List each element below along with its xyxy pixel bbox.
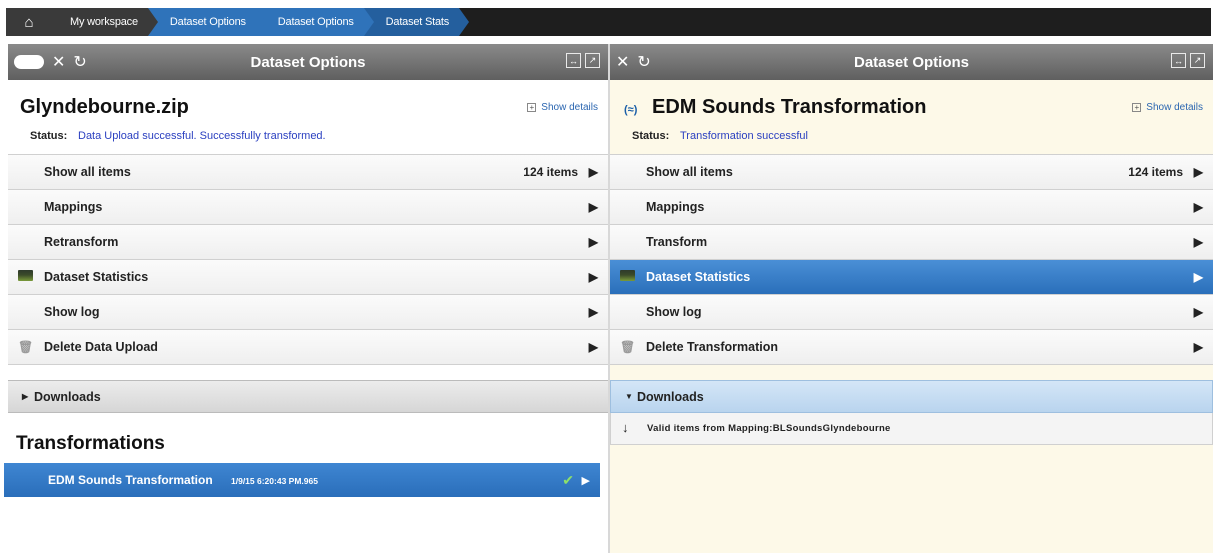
transformation-name: EDM Sounds Transformation — [48, 473, 213, 487]
transformation-icon: (≈) — [624, 104, 638, 116]
chevron-right-icon: ▶ — [588, 305, 598, 319]
status-row: Status: Transformation successful — [610, 122, 1213, 154]
menu-item-label: Show all items — [646, 165, 733, 179]
chevron-right-icon: ▶ — [1193, 165, 1203, 179]
left-options-menu: Show all items 124 items ▶ Mappings ▶ Re… — [8, 154, 608, 365]
downloads-toggle[interactable]: ▼ Downloads — [610, 380, 1213, 413]
status-label: Status: — [632, 130, 670, 142]
close-icon[interactable]: ✕ — [616, 52, 629, 72]
menu-item-label: Show all items — [44, 165, 131, 179]
right-panel-header: ✕ ↻ Dataset Options ↔ ↗ — [610, 44, 1213, 80]
status-label: Status: — [30, 130, 68, 142]
menu-item-label: Dataset Statistics — [646, 270, 751, 284]
menu-item-delete-data-upload[interactable]: 🗑 Delete Data Upload ▶ — [8, 330, 608, 365]
transformation-date: 1/9/15 6:20:43 PM.965 — [231, 476, 318, 486]
show-details-link[interactable]: + Show details — [1132, 102, 1203, 113]
menu-item-show-all-items[interactable]: Show all items 124 items ▶ — [8, 155, 608, 190]
home-icon: ⌂ — [24, 13, 34, 31]
chevron-right-icon: ▶ — [588, 165, 598, 179]
back-button[interactable] — [14, 55, 44, 69]
transformations-heading: Transformations — [16, 433, 165, 454]
menu-item-label: Mappings — [646, 200, 705, 214]
popout-icon[interactable]: ↗ — [1190, 53, 1205, 68]
breadcrumb: ⌂ My workspace Dataset Options Dataset O… — [6, 8, 1211, 36]
menu-item-show-all-items[interactable]: Show all items 124 items ▶ — [610, 155, 1213, 190]
menu-item-label: Retransform — [44, 235, 119, 249]
dataset-title: Glyndebourne.zip — [20, 96, 189, 118]
menu-item-transform[interactable]: Transform ▶ — [610, 225, 1213, 260]
breadcrumb-item-dataset-options-1[interactable]: Dataset Options — [147, 8, 266, 36]
close-icon[interactable]: ✕ — [52, 52, 65, 72]
chevron-right-icon: ▶ — [1193, 340, 1203, 354]
menu-item-mappings[interactable]: Mappings ▶ — [8, 190, 608, 225]
menu-item-label: Dataset Statistics — [44, 270, 149, 284]
item-count: 124 items — [1128, 165, 1183, 179]
status-value: Data Upload successful. Successfully tra… — [78, 130, 326, 142]
plus-icon: + — [527, 103, 537, 112]
chevron-right-icon: ▶ — [1193, 235, 1203, 249]
show-details-label: Show details — [541, 102, 598, 113]
menu-item-label: Show log — [44, 305, 100, 319]
status-row: Status: Data Upload successful. Successf… — [8, 122, 608, 154]
trash-icon: 🗑 — [18, 340, 34, 354]
caret-right-icon: ▶ — [22, 392, 29, 401]
refresh-icon[interactable]: ↻ — [73, 52, 86, 72]
download-item-label: Valid items from Mapping:BLSoundsGlyndeb… — [647, 423, 891, 434]
menu-item-label: Transform — [646, 235, 708, 249]
dataset-statistics-icon — [620, 270, 635, 284]
menu-item-dataset-statistics[interactable]: Dataset Statistics ▶ — [610, 260, 1213, 295]
downloads-label: Downloads — [637, 389, 704, 404]
breadcrumb-item-my-workspace[interactable]: My workspace — [52, 8, 158, 36]
chevron-right-icon: ▶ — [588, 270, 598, 284]
breadcrumb-item-dataset-options-2[interactable]: Dataset Options — [255, 8, 374, 36]
menu-item-label: Mappings — [44, 200, 103, 214]
chevron-right-icon: ▶ — [588, 200, 598, 214]
chevron-right-icon: ▶ — [588, 340, 598, 354]
expand-icon[interactable]: ↔ — [566, 53, 581, 68]
chevron-right-icon: ▶ — [1193, 305, 1203, 319]
breadcrumb-item-dataset-stats[interactable]: Dataset Stats — [363, 8, 470, 36]
dataset-title: EDM Sounds Transformation — [652, 96, 927, 118]
chevron-right-icon: ▶ — [1193, 200, 1203, 214]
item-count: 124 items — [523, 165, 578, 179]
left-panel-header: ✕ ↻ Dataset Options ↔ ↗ — [8, 44, 608, 80]
downloads-label: Downloads — [34, 389, 101, 404]
menu-item-label: Delete Data Upload — [44, 340, 158, 354]
menu-item-mappings[interactable]: Mappings ▶ — [610, 190, 1213, 225]
refresh-icon[interactable]: ↻ — [637, 52, 650, 72]
caret-down-icon: ▼ — [625, 392, 633, 401]
dataset-statistics-icon — [18, 270, 33, 284]
right-panel: ✕ ↻ Dataset Options ↔ ↗ (≈) EDM Sounds T… — [610, 44, 1213, 553]
chevron-right-icon: ▶ — [1193, 270, 1203, 284]
show-details-link[interactable]: + Show details — [527, 102, 598, 113]
transformation-row[interactable]: EDM Sounds Transformation 1/9/15 6:20:43… — [4, 463, 600, 497]
downloads-toggle[interactable]: ▶ Downloads — [8, 380, 608, 413]
download-arrow-icon: ↓ — [622, 420, 629, 435]
chevron-right-icon: ▶ — [581, 474, 590, 487]
expand-icon[interactable]: ↔ — [1171, 53, 1186, 68]
menu-item-show-log[interactable]: Show log ▶ — [8, 295, 608, 330]
check-icon: ✔ — [562, 471, 574, 488]
plus-icon: + — [1132, 103, 1142, 112]
menu-item-retransform[interactable]: Retransform ▶ — [8, 225, 608, 260]
top-bar: ⌂ My workspace Dataset Options Dataset O… — [0, 0, 1213, 44]
right-panel-title: Dataset Options — [853, 53, 970, 71]
menu-item-dataset-statistics[interactable]: Dataset Statistics ▶ — [8, 260, 608, 295]
menu-item-show-log[interactable]: Show log ▶ — [610, 295, 1213, 330]
right-options-menu: Show all items 124 items ▶ Mappings ▶ Tr… — [610, 154, 1213, 365]
chevron-right-icon: ▶ — [588, 235, 598, 249]
status-value: Transformation successful — [680, 130, 808, 142]
download-item[interactable]: ↓ Valid items from Mapping:BLSoundsGlynd… — [610, 413, 1213, 445]
left-panel-title: Dataset Options — [250, 53, 366, 71]
left-title-row: Glyndebourne.zip + Show details — [8, 80, 608, 122]
breadcrumb-home[interactable]: ⌂ — [6, 8, 52, 36]
menu-item-label: Delete Transformation — [646, 340, 778, 354]
trash-icon: 🗑 — [620, 340, 636, 354]
popout-icon[interactable]: ↗ — [585, 53, 600, 68]
menu-item-label: Show log — [646, 305, 702, 319]
show-details-label: Show details — [1146, 102, 1203, 113]
menu-item-delete-transformation[interactable]: 🗑 Delete Transformation ▶ — [610, 330, 1213, 365]
right-title-row: (≈) EDM Sounds Transformation + Show det… — [610, 80, 1213, 122]
